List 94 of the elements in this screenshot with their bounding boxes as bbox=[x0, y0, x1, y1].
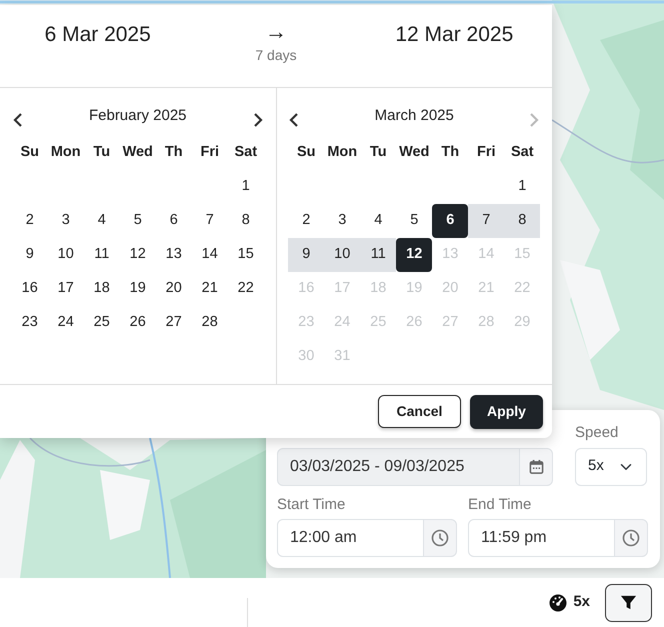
day-cell-text: 30 bbox=[297, 347, 316, 366]
day-cell[interactable]: 8 bbox=[228, 204, 264, 238]
weekday-label: Wed bbox=[398, 143, 430, 162]
day-cell-text: 24 bbox=[333, 313, 352, 332]
time-field[interactable]: 12:00 am bbox=[277, 519, 424, 557]
time-field[interactable]: 11:59 pm bbox=[468, 519, 615, 557]
month-title: February 2025 bbox=[88, 106, 187, 126]
day-cell[interactable]: 25 bbox=[84, 306, 120, 340]
weekday-label: Fri bbox=[199, 143, 220, 162]
weekday-label: Th bbox=[164, 143, 184, 162]
filter-icon bbox=[620, 594, 637, 611]
speedometer-icon bbox=[549, 594, 568, 612]
day-cell[interactable]: 9 bbox=[12, 238, 48, 272]
day-cell-text: 31 bbox=[333, 347, 352, 366]
end-date: 12 Mar 2025 bbox=[395, 22, 514, 48]
day-cell[interactable]: 22 bbox=[228, 272, 264, 306]
day-cell[interactable]: 1 bbox=[504, 170, 540, 204]
field-label: Start Time bbox=[277, 494, 346, 514]
day-cell[interactable]: 8 bbox=[504, 204, 540, 238]
day-cell[interactable]: 9 bbox=[288, 238, 324, 272]
weekday-label: Mon bbox=[50, 143, 82, 162]
day-cell-text: 14 bbox=[477, 245, 496, 264]
day-cell[interactable]: 24 bbox=[48, 306, 84, 340]
day-cell[interactable]: 15 bbox=[228, 238, 264, 272]
weekday-label: Tu bbox=[92, 143, 112, 162]
month-title: March 2025 bbox=[374, 106, 454, 126]
day-cell-text: 13 bbox=[441, 245, 460, 264]
day-cell-text: 19 bbox=[405, 279, 424, 298]
day-cell-text: 28 bbox=[477, 313, 496, 332]
day-cell[interactable]: 5 bbox=[120, 204, 156, 238]
day-cell[interactable]: 3 bbox=[324, 204, 360, 238]
filter-button[interactable] bbox=[605, 584, 652, 622]
duration-text: 7 days bbox=[255, 46, 297, 66]
day-cell[interactable]: 18 bbox=[84, 272, 120, 306]
day-cell-text: 26 bbox=[405, 313, 424, 332]
day-cell[interactable]: 17 bbox=[48, 272, 84, 306]
calendar-icon[interactable] bbox=[519, 448, 553, 486]
day-cell[interactable]: 6 bbox=[156, 204, 192, 238]
day-cell[interactable]: 14 bbox=[192, 238, 228, 272]
day-cell[interactable]: 28 bbox=[192, 306, 228, 340]
day-cell-text: 27 bbox=[441, 313, 460, 332]
day-cell[interactable]: 7 bbox=[192, 204, 228, 238]
day-cell[interactable]: 3 bbox=[48, 204, 84, 238]
day-cell-text: 18 bbox=[369, 279, 388, 298]
day-cell[interactable]: 13 bbox=[156, 238, 192, 272]
day-cell[interactable]: 4 bbox=[84, 204, 120, 238]
day-cell[interactable]: 5 bbox=[396, 204, 432, 238]
cancel-button[interactable]: Cancel bbox=[378, 395, 461, 428]
day-cell[interactable]: 10 bbox=[48, 238, 84, 272]
day-cell[interactable]: 7 bbox=[468, 204, 504, 238]
weekday-label: Mon bbox=[326, 143, 358, 162]
field-label: End Time bbox=[468, 494, 532, 514]
clock-icon[interactable] bbox=[614, 519, 648, 557]
day-cell-text: 21 bbox=[477, 279, 496, 298]
weekday-label: Wed bbox=[122, 143, 154, 162]
day-cell-text: 29 bbox=[513, 313, 532, 332]
day-cell-text: 17 bbox=[333, 279, 352, 298]
day-cell[interactable]: 4 bbox=[360, 204, 396, 238]
day-cell-text: 25 bbox=[369, 313, 388, 332]
day-cell[interactable]: 1 bbox=[228, 170, 264, 204]
weekday-label: Su bbox=[19, 143, 40, 162]
start-date: 6 Mar 2025 bbox=[44, 22, 151, 48]
day-cell[interactable]: 10 bbox=[324, 238, 360, 272]
day-cell[interactable]: 19 bbox=[120, 272, 156, 306]
day-cell[interactable]: 2 bbox=[12, 204, 48, 238]
day-cell[interactable]: 11 bbox=[360, 238, 396, 272]
day-cell[interactable]: 20 bbox=[156, 272, 192, 306]
day-cell[interactable]: 21 bbox=[192, 272, 228, 306]
speed-select[interactable]: 5x bbox=[575, 448, 647, 486]
day-cell-text: 20 bbox=[441, 279, 460, 298]
speed-value: 5x bbox=[573, 592, 590, 612]
day-cell[interactable]: 26 bbox=[120, 306, 156, 340]
day-cell[interactable]: 12 bbox=[396, 238, 432, 272]
day-cell[interactable]: 6 bbox=[432, 204, 468, 238]
day-cell[interactable]: 16 bbox=[12, 272, 48, 306]
day-cell[interactable]: 11 bbox=[84, 238, 120, 272]
weekday-label: Sat bbox=[510, 143, 535, 162]
day-cell-text: 22 bbox=[513, 279, 532, 298]
day-cell-text: 23 bbox=[297, 313, 316, 332]
clock-icon[interactable] bbox=[423, 519, 457, 557]
weekday-label: Fri bbox=[476, 143, 497, 162]
day-cell[interactable]: 2 bbox=[288, 204, 324, 238]
weekday-label: Tu bbox=[368, 143, 388, 162]
day-cell[interactable]: 12 bbox=[120, 238, 156, 272]
arrow-glyph: → bbox=[265, 19, 287, 46]
day-cell[interactable]: 23 bbox=[12, 306, 48, 340]
weekday-label: Sat bbox=[233, 143, 258, 162]
day-cell-text: 16 bbox=[297, 279, 316, 298]
weekday-label: Th bbox=[440, 143, 460, 162]
weekday-label: Su bbox=[296, 143, 317, 162]
apply-button[interactable]: Apply bbox=[470, 394, 543, 428]
day-cell-text: 15 bbox=[513, 245, 532, 264]
field-label: Speed bbox=[575, 423, 620, 443]
day-cell[interactable]: 27 bbox=[156, 306, 192, 340]
